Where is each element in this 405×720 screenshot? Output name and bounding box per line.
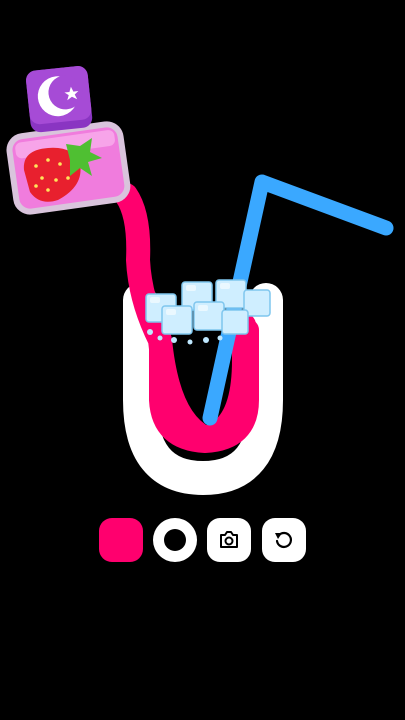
camera-button[interactable] (207, 518, 251, 562)
camera-icon (220, 531, 238, 548)
toolbar (0, 518, 405, 566)
undo-button[interactable] (262, 518, 306, 562)
dot-icon (164, 529, 186, 551)
jar-lid (26, 66, 93, 133)
game-scene[interactable] (0, 0, 405, 720)
color-swatch-button[interactable] (99, 518, 143, 562)
brush-button[interactable] (153, 518, 197, 562)
undo-icon (275, 531, 292, 548)
